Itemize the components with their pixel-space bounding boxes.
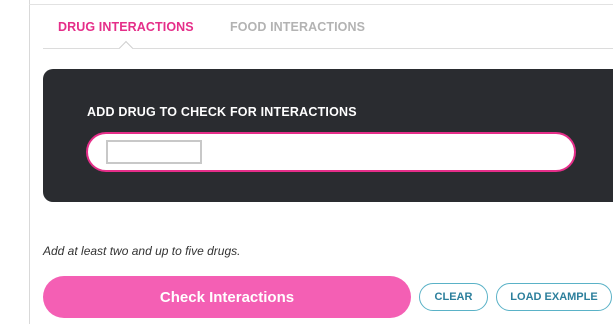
clear-button[interactable]: CLEAR	[419, 283, 488, 311]
tab-drug-interactions[interactable]: DRUG INTERACTIONS	[58, 20, 194, 34]
add-drug-panel: ADD DRUG TO CHECK FOR INTERACTIONS	[43, 69, 613, 202]
active-tab-indicator	[118, 40, 134, 56]
add-drug-label: ADD DRUG TO CHECK FOR INTERACTIONS	[87, 105, 357, 119]
drug-count-hint: Add at least two and up to five drugs.	[43, 244, 241, 258]
interaction-tabs: DRUG INTERACTIONS FOOD INTERACTIONS	[43, 20, 613, 56]
drug-input[interactable]	[106, 140, 202, 164]
content-left-border	[29, 0, 30, 324]
check-interactions-button[interactable]: Check Interactions	[43, 276, 411, 318]
load-example-button[interactable]: LOAD EXAMPLE	[496, 283, 612, 311]
tab-food-interactions[interactable]: FOOD INTERACTIONS	[230, 20, 365, 34]
drug-search-field[interactable]	[86, 132, 576, 172]
content-top-border	[29, 4, 613, 5]
